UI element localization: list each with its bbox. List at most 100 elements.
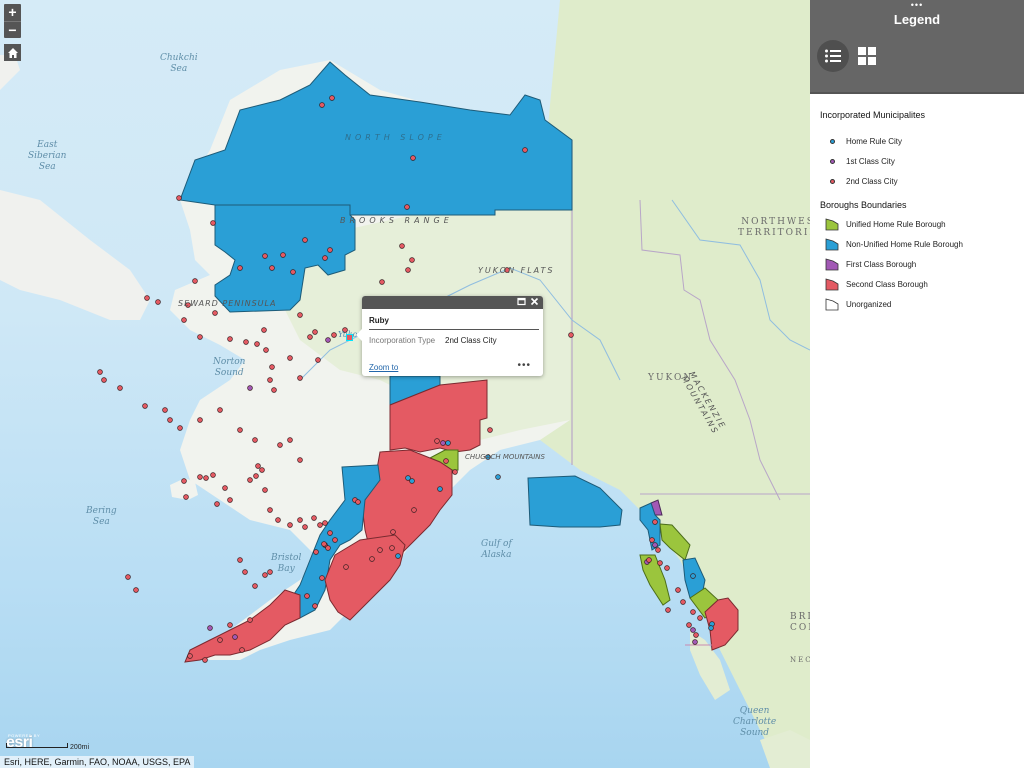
city-marker[interactable] [287,522,293,528]
city-marker[interactable] [697,615,703,621]
city-marker[interactable] [287,355,293,361]
city-marker[interactable] [275,517,281,523]
city-marker[interactable] [327,247,333,253]
city-marker[interactable] [217,407,223,413]
city-marker[interactable] [652,519,658,525]
city-marker[interactable] [329,95,335,101]
close-icon[interactable] [530,297,539,309]
city-marker[interactable] [332,537,338,543]
city-marker[interactable] [404,204,410,210]
city-marker[interactable] [311,515,317,521]
city-marker[interactable] [177,425,183,431]
city-marker[interactable] [522,147,528,153]
city-marker[interactable] [237,557,243,563]
city-marker[interactable] [322,255,328,261]
zoom-in-button[interactable]: + [4,4,21,21]
city-marker[interactable] [307,334,313,340]
city-marker[interactable] [319,575,325,581]
city-marker[interactable] [227,622,233,628]
city-marker[interactable] [167,417,173,423]
city-marker[interactable] [445,440,451,446]
city-marker[interactable] [369,556,375,562]
city-marker[interactable] [437,486,443,492]
city-marker[interactable] [287,437,293,443]
city-marker[interactable] [242,569,248,575]
popup-more-button[interactable]: ••• [517,360,531,371]
city-marker[interactable] [297,517,303,523]
city-marker[interactable] [210,220,216,226]
map-view[interactable]: Chukchi Sea East Siberian Sea Norton Sou… [0,0,810,768]
city-marker[interactable] [125,574,131,580]
city-marker[interactable] [247,617,253,623]
city-marker[interactable] [212,310,218,316]
city-marker[interactable] [302,237,308,243]
city-marker[interactable] [315,357,321,363]
city-marker[interactable] [232,634,238,640]
city-marker[interactable] [271,387,277,393]
city-marker[interactable] [312,329,318,335]
city-marker[interactable] [237,265,243,271]
city-marker[interactable] [259,467,265,473]
city-marker[interactable] [440,440,446,446]
city-marker[interactable] [399,243,405,249]
city-marker[interactable] [181,317,187,323]
city-marker[interactable] [379,279,385,285]
zoom-to-link[interactable]: Zoom to [369,363,398,372]
zoom-out-button[interactable]: − [4,21,21,38]
city-marker[interactable] [297,375,303,381]
city-marker[interactable] [227,336,233,342]
city-marker[interactable] [297,457,303,463]
list-view-button[interactable] [817,40,849,72]
city-marker[interactable] [239,647,245,653]
city-marker[interactable] [187,653,193,659]
home-button[interactable] [4,44,21,61]
city-marker[interactable] [390,529,396,535]
city-marker[interactable] [690,609,696,615]
city-marker[interactable] [708,625,714,631]
city-marker[interactable] [247,385,253,391]
city-marker[interactable] [277,442,283,448]
city-marker[interactable] [133,587,139,593]
city-marker[interactable] [411,507,417,513]
city-marker[interactable] [280,252,286,258]
city-marker[interactable] [317,522,323,528]
city-marker[interactable] [325,545,331,551]
city-marker[interactable] [210,472,216,478]
city-marker[interactable] [355,499,361,505]
city-marker[interactable] [434,438,440,444]
city-marker[interactable] [262,572,268,578]
city-marker[interactable] [319,102,325,108]
city-marker[interactable] [254,341,260,347]
city-marker[interactable] [675,587,681,593]
city-marker[interactable] [237,427,243,433]
city-marker[interactable] [655,547,661,553]
grid-view-button[interactable] [851,40,883,72]
city-marker[interactable] [693,632,699,638]
city-marker[interactable] [686,622,692,628]
city-marker[interactable] [313,549,319,555]
city-marker[interactable] [262,487,268,493]
city-marker[interactable] [117,385,123,391]
city-marker[interactable] [217,637,223,643]
city-marker[interactable] [247,477,253,483]
city-marker[interactable] [443,458,449,464]
maximize-icon[interactable] [517,297,526,309]
city-marker[interactable] [197,417,203,423]
city-marker[interactable] [331,332,337,338]
city-marker[interactable] [495,474,501,480]
city-marker[interactable] [665,607,671,613]
city-marker[interactable] [377,547,383,553]
city-marker[interactable] [197,334,203,340]
city-marker[interactable] [227,497,233,503]
city-marker[interactable] [690,573,696,579]
city-marker[interactable] [262,253,268,259]
city-marker[interactable] [255,463,261,469]
city-marker[interactable] [101,377,107,383]
city-marker[interactable] [269,364,275,370]
city-marker[interactable] [203,475,209,481]
city-marker[interactable] [652,542,658,548]
city-marker[interactable] [290,269,296,275]
city-marker[interactable] [389,545,395,551]
attribution-text[interactable]: Esri, HERE, Garmin, FAO, NOAA, USGS, EPA [0,756,195,768]
city-marker[interactable] [214,501,220,507]
